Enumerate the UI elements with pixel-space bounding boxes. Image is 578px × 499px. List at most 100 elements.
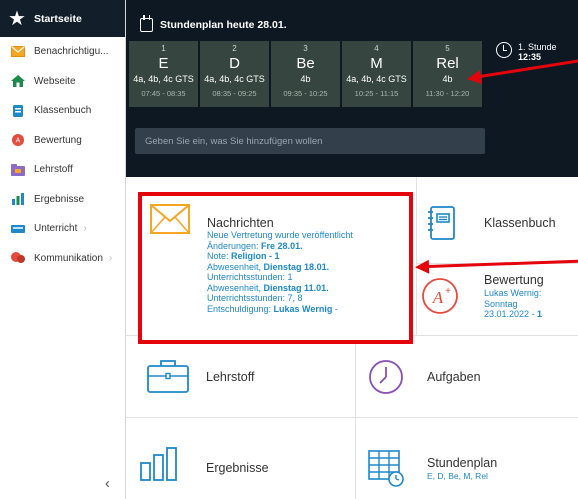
message-line[interactable]: Abwesenheit, Dienstag 18.01. bbox=[207, 262, 382, 273]
message-text: - bbox=[332, 303, 338, 314]
message-text: Änderungen: bbox=[207, 240, 262, 251]
sidebar-item-label: Kommunikation bbox=[34, 252, 103, 264]
stopwatch-icon bbox=[368, 357, 404, 400]
message-line[interactable]: Entschuldigung: Lukas Wernig - bbox=[207, 304, 382, 315]
period-time: 07:45 - 08:35 bbox=[141, 89, 186, 98]
app-root: ★ Startseite Benachrichtigu... Webseite … bbox=[0, 0, 578, 499]
message-text: Entschuldigung: bbox=[207, 303, 274, 314]
period-time: 10:25 - 11:15 bbox=[354, 89, 399, 98]
tile-title: Ergebnisse bbox=[206, 461, 269, 475]
sidebar-item-label: Ergebnisse bbox=[34, 193, 85, 205]
message-emphasis: Dienstag 11.01. bbox=[263, 282, 329, 293]
message-text: Abwesenheit, bbox=[207, 261, 264, 272]
chevron-right-icon: › bbox=[83, 223, 87, 235]
period-classes: 4a, 4b, 4c GTS bbox=[204, 74, 265, 84]
period-number: 1 bbox=[161, 44, 166, 53]
sidebar-item-notifications[interactable]: Benachrichtigu... bbox=[0, 37, 125, 67]
period-classes: 4a, 4b, 4c GTS bbox=[133, 74, 194, 84]
sidebar-item-lehrstoff[interactable]: Lehrstoff bbox=[0, 155, 125, 185]
period-list: 1 E 4a, 4b, 4c GTS 07:45 - 08:35 2 D 4a,… bbox=[129, 41, 484, 107]
timetable-title-text: Stundenplan heute 28.01. bbox=[160, 19, 287, 31]
annotation-arrow-head bbox=[414, 259, 430, 275]
tile-stundenplan[interactable]: Stundenplan E, D, Be, M, Rel bbox=[356, 418, 578, 499]
message-line[interactable]: Note: Religion - 1 bbox=[207, 251, 382, 262]
sidebar-item-label: Startseite bbox=[33, 12, 82, 25]
sidebar-item-bewertung[interactable]: A Bewertung bbox=[0, 126, 125, 156]
sidebar-item-label: Klassenbuch bbox=[34, 105, 92, 117]
tile-lehrstoff[interactable]: Lehrstoff bbox=[126, 336, 355, 417]
tile-title: Nachrichten bbox=[207, 216, 274, 230]
period-time: 08:35 - 09:25 bbox=[212, 89, 257, 98]
tile-ergebnisse[interactable]: Ergebnisse bbox=[126, 418, 355, 499]
chevron-right-icon: › bbox=[108, 252, 113, 264]
sidebar-item-label: Webseite bbox=[34, 75, 76, 87]
period-number: 2 bbox=[232, 44, 237, 53]
sidebar-item-klassenbuch[interactable]: Klassenbuch bbox=[0, 96, 125, 126]
notebook-icon bbox=[427, 206, 455, 245]
next-lesson: 1. Stunde 12:35 bbox=[496, 42, 557, 62]
sidebar-item-label: Unterricht bbox=[34, 223, 78, 235]
stundenplan-subjects: E, D, Be, M, Rel bbox=[427, 471, 488, 481]
bewertung-day: Sonntag bbox=[484, 298, 518, 309]
message-line: Unterrichtsstunden: 7, 8 bbox=[207, 293, 303, 303]
star-icon: ★ bbox=[8, 7, 26, 30]
folder-icon bbox=[11, 163, 25, 176]
period-number: 3 bbox=[303, 44, 308, 53]
period-subject: Be bbox=[296, 55, 315, 72]
tile-title: Klassenbuch bbox=[484, 216, 556, 230]
period-subject: D bbox=[229, 55, 240, 72]
period-subject: E bbox=[158, 55, 169, 72]
tile-title: Aufgaben bbox=[427, 370, 481, 384]
add-entry-input[interactable] bbox=[135, 128, 485, 154]
sidebar-item-ergebnisse[interactable]: Ergebnisse bbox=[0, 185, 125, 215]
sidebar-item-home[interactable]: ★ Startseite bbox=[0, 0, 125, 37]
period-card[interactable]: 1 E 4a, 4b, 4c GTS 07:45 - 08:35 bbox=[129, 41, 198, 107]
period-time: 11:30 - 12:20 bbox=[425, 89, 470, 98]
message-summary: Neue Vertretung wurde veröffentlicht Änd… bbox=[207, 230, 382, 314]
tile-nachrichten[interactable]: Nachrichten Neue Vertretung wurde veröff… bbox=[138, 192, 413, 344]
period-card[interactable]: 2 D 4a, 4b, 4c GTS 08:35 - 09:25 bbox=[200, 41, 269, 107]
tile-klassenbuch[interactable]: Klassenbuch bbox=[417, 177, 578, 263]
sidebar-item-unterricht[interactable]: Unterricht › bbox=[0, 214, 125, 244]
bewertung-student: Lukas Wernig: bbox=[484, 288, 542, 298]
timetable-header: Stundenplan heute 28.01. 1 E 4a, 4b, 4c … bbox=[126, 0, 578, 177]
message-emphasis: Dienstag 18.01. bbox=[263, 261, 330, 272]
message-text: Abwesenheit, bbox=[207, 282, 264, 293]
svg-text:A: A bbox=[16, 138, 21, 145]
tile-aufgaben[interactable]: Aufgaben bbox=[356, 336, 578, 417]
envelope-icon bbox=[11, 46, 25, 58]
sidebar-item-label: Lehrstoff bbox=[34, 164, 73, 176]
bar-chart-icon bbox=[11, 193, 25, 206]
sidebar-item-website[interactable]: Webseite bbox=[0, 67, 125, 97]
collapse-sidebar-icon[interactable]: ‹ bbox=[105, 475, 110, 492]
grade-badge-icon: A + bbox=[421, 277, 459, 320]
message-emphasis: Religion - 1 bbox=[231, 251, 280, 261]
chat-icon bbox=[11, 252, 25, 264]
tile-bewertung[interactable]: A + Bewertung Lukas Wernig: Sonntag 23.01… bbox=[417, 264, 578, 335]
calendar-icon bbox=[140, 15, 153, 32]
svg-text:A: A bbox=[432, 288, 444, 307]
period-card[interactable]: 4 M 4a, 4b, 4c GTS 10:25 - 11:15 bbox=[342, 41, 411, 107]
briefcase-icon bbox=[147, 359, 189, 398]
period-classes: 4a, 4b, 4c GTS bbox=[346, 74, 407, 84]
next-lesson-time: 12:35 bbox=[518, 52, 542, 62]
annotation-arrow-head bbox=[465, 69, 483, 87]
sidebar-item-label: Bewertung bbox=[34, 134, 82, 146]
message-emphasis: Fre 28.01. bbox=[261, 240, 303, 251]
tile-title: Lehrstoff bbox=[206, 370, 255, 384]
envelope-icon bbox=[150, 204, 190, 239]
house-icon bbox=[11, 75, 25, 88]
timetable-clock-icon bbox=[368, 450, 406, 493]
message-emphasis: Lukas Wernig bbox=[273, 303, 333, 314]
period-time: 09:35 - 10:25 bbox=[283, 89, 328, 98]
grade-icon: A bbox=[11, 134, 25, 147]
message-line[interactable]: Änderungen: Fre 28.01. bbox=[207, 241, 382, 252]
sidebar-item-label: Benachrichtigu... bbox=[34, 46, 109, 58]
sidebar-item-kommunikation[interactable]: Kommunikation › bbox=[0, 244, 125, 274]
svg-text:+: + bbox=[445, 286, 451, 297]
period-card[interactable]: 3 Be 4b 09:35 - 10:25 bbox=[271, 41, 340, 107]
period-subject: M bbox=[370, 55, 383, 72]
message-line[interactable]: Neue Vertretung wurde veröffentlicht bbox=[207, 230, 382, 241]
message-line[interactable]: Abwesenheit, Dienstag 11.01. bbox=[207, 283, 382, 294]
sidebar: ★ Startseite Benachrichtigu... Webseite … bbox=[0, 0, 126, 499]
